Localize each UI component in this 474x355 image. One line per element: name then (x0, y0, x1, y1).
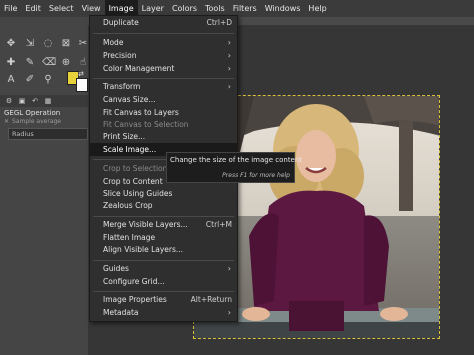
merge-visible-label: Merge Visible Layers... (103, 220, 188, 229)
menu-item-duplicate[interactable]: Duplicate Ctrl+D (90, 16, 237, 29)
transform-label: Transform (103, 82, 141, 91)
menu-item-canvas-size[interactable]: Canvas Size... (90, 93, 237, 106)
sample-average-label: Sample average (12, 118, 61, 125)
menu-item-print-size[interactable]: Print Size... (90, 130, 237, 143)
fit-canvas-layers-label: Fit Canvas to Layers (103, 108, 179, 117)
menu-edit[interactable]: Edit (21, 0, 45, 17)
canvas-size-label: Canvas Size... (103, 95, 156, 104)
crop-tool-icon[interactable]: ✚ (5, 57, 17, 69)
menu-separator (93, 216, 234, 217)
zealous-crop-label: Zealous Crop (103, 201, 153, 210)
duplicate-shortcut: Ctrl+D (206, 18, 232, 27)
submenu-arrow-icon: › (227, 51, 231, 60)
submenu-arrow-icon: › (227, 82, 231, 91)
undo-history-tab-icon[interactable]: ↶ (30, 97, 40, 106)
submenu-arrow-icon: › (227, 308, 231, 317)
menu-item-precision[interactable]: Precision › (90, 49, 237, 62)
guides-label: Guides (103, 264, 129, 273)
dock-tabs: ⚙ ▣ ↶ ▦ (0, 95, 88, 107)
align-tool-icon[interactable]: ⇲ (24, 38, 36, 50)
menu-separator (93, 291, 234, 292)
configure-grid-label: Configure Grid... (103, 277, 165, 286)
paintbrush-icon[interactable]: ✎ (24, 57, 36, 69)
duplicate-label: Duplicate (103, 18, 139, 27)
menu-item-configure-grid[interactable]: Configure Grid... (90, 275, 237, 288)
slice-guides-label: Slice Using Guides (103, 189, 173, 198)
tooltip: Change the size of the image content Pre… (166, 152, 302, 183)
swap-colors-icon[interactable]: ⇄ (78, 70, 84, 78)
submenu-arrow-icon: › (227, 264, 231, 273)
free-select-icon[interactable]: ⊠ (60, 38, 72, 50)
menu-item-color-management[interactable]: Color Management › (90, 62, 237, 75)
ellipse-select-icon[interactable]: ◌ (42, 38, 54, 50)
menu-file[interactable]: File (0, 0, 21, 17)
scale-image-label: Scale Image... (103, 145, 157, 154)
tooltip-text: Change the size of the image content (170, 156, 303, 164)
image-properties-shortcut: Alt+Return (190, 295, 232, 304)
menu-separator (93, 78, 234, 79)
move-tool-icon[interactable]: ✥ (5, 38, 17, 50)
menu-item-zealous-crop[interactable]: Zealous Crop (90, 199, 237, 212)
menu-windows[interactable]: Windows (261, 0, 305, 17)
flatten-image-label: Flatten Image (103, 233, 156, 242)
menu-item-metadata[interactable]: Metadata › (90, 306, 237, 319)
precision-label: Precision (103, 51, 137, 60)
clone-tool-icon[interactable]: ⊕ (60, 57, 72, 69)
submenu-arrow-icon: › (227, 64, 231, 73)
eraser-icon[interactable]: ⌫ (42, 57, 56, 69)
color-management-label: Color Management (103, 64, 175, 73)
image-properties-label: Image Properties (103, 295, 167, 304)
submenu-arrow-icon: › (227, 38, 231, 47)
menu-item-transform[interactable]: Transform › (90, 80, 237, 93)
menu-separator (93, 260, 234, 261)
sample-average-row[interactable]: ✕ Sample average (4, 118, 61, 125)
metadata-label: Metadata (103, 308, 139, 317)
menu-item-guides[interactable]: Guides › (90, 262, 237, 275)
device-status-tab-icon[interactable]: ▣ (17, 97, 27, 106)
tooltip-help-hint: Press F1 for more help (222, 172, 290, 179)
sample-average-checkbox[interactable]: ✕ (4, 118, 9, 125)
merge-visible-shortcut: Ctrl+M (205, 220, 232, 229)
mode-label: Mode (103, 38, 124, 47)
images-tab-icon[interactable]: ▦ (43, 97, 53, 106)
menu-separator (93, 33, 234, 34)
fit-canvas-selection-label: Fit Canvas to Selection (103, 120, 189, 129)
background-color-swatch[interactable] (76, 78, 88, 92)
text-tool-icon[interactable]: A (5, 74, 17, 86)
print-size-label: Print Size... (103, 132, 146, 141)
crop-to-selection-label: Crop to Selection (103, 164, 168, 173)
menu-item-mode[interactable]: Mode › (90, 36, 237, 49)
tool-options-tab-icon[interactable]: ⚙ (4, 97, 14, 106)
align-visible-label: Align Visible Layers... (103, 245, 184, 254)
radius-field[interactable]: Radius (8, 128, 88, 140)
menu-item-align-visible[interactable]: Align Visible Layers... (90, 243, 237, 256)
dock-panel (0, 142, 88, 355)
menu-help[interactable]: Help (304, 0, 330, 17)
gegl-operation-title: GEGL Operation (4, 109, 61, 117)
menu-item-image-properties[interactable]: Image Properties Alt+Return (90, 293, 237, 306)
color-picker-icon[interactable]: ✐ (24, 74, 36, 86)
crop-to-content-label: Crop to Content (103, 177, 163, 186)
zoom-tool-icon[interactable]: ⚲ (42, 74, 54, 86)
menu-item-merge-visible[interactable]: Merge Visible Layers... Ctrl+M (90, 218, 237, 231)
menu-select[interactable]: Select (45, 0, 78, 17)
